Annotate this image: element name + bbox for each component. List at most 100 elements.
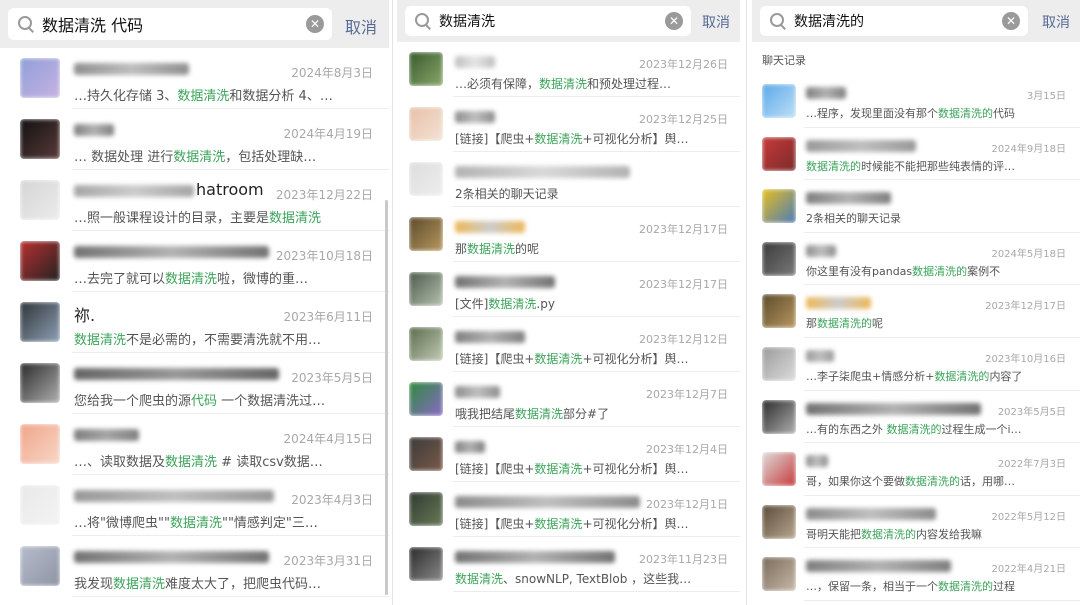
keyword-highlight: 数据清洗	[269, 211, 322, 226]
cancel-button[interactable]: 取消	[1042, 12, 1070, 32]
message-snippet: 您给我一个爬虫的源代码 一个数据清洗过…	[74, 390, 375, 409]
list-item[interactable]: 2023年5月5日 …有的东西之外 数据清洗的过程生成一个i…	[752, 391, 1080, 444]
list-item[interactable]: 2024年4月19日 … 数据处理 进行数据清洗，包括处理缺…	[0, 109, 389, 170]
snippet-text: 内容发给我嘛	[916, 527, 982, 541]
avatar	[762, 399, 796, 434]
keyword-highlight: 数据清洗	[455, 572, 504, 586]
list-item[interactable]: 2023年12月7日 哦我把结尾数据清洗部分#了	[397, 372, 740, 427]
list-item[interactable]: 2024年8月3日 …持久化存储 3、数据清洗和数据分析 4、…	[0, 48, 389, 109]
blurred-contact-name	[806, 560, 951, 573]
message-snippet: 那数据清洗的呢	[806, 315, 1066, 331]
snippet-text: 你这里有没有pandas	[806, 264, 913, 278]
list-item[interactable]: 2024年4月15日 …、读取数据及数据清洗 # 读取csv数据…	[0, 414, 389, 475]
avatar	[409, 52, 443, 86]
message-snippet: 你这里有没有pandas数据清洗的案例不	[806, 263, 1066, 279]
avatar	[20, 241, 60, 281]
snippet-text: 哥明天能把	[806, 527, 861, 541]
keyword-highlight: 数据清洗的	[817, 317, 872, 331]
list-item[interactable]: 2023年10月18日 …去完了就可以数据清洗啦，微博的重…	[0, 231, 389, 292]
avatar	[20, 180, 60, 220]
message-snippet: 数据清洗的时候能不能把那些纯表情的评…	[806, 158, 1066, 174]
search-results-screenshots: 数据清洗 代码 ✕ 取消 2024年8月3日 …持久化存储 3、数据清洗和数据分析…	[0, 0, 1080, 605]
message-snippet: … 数据处理 进行数据清洗，包括处理缺…	[74, 146, 375, 165]
section-title: 聊天记录	[762, 54, 806, 67]
search-input[interactable]: 数据清洗的	[794, 11, 1002, 31]
cancel-button[interactable]: 取消	[345, 14, 377, 38]
avatar	[409, 382, 443, 416]
snippet-text: …去完了就可以	[74, 272, 166, 287]
clear-icon[interactable]: ✕	[665, 12, 683, 30]
list-item[interactable]: 2023年3月31日 我发现数据清洗难度太大了，把爬虫代码…	[0, 536, 389, 597]
search-box[interactable]: 数据清洗 ✕	[405, 6, 691, 36]
list-item[interactable]: 2024年5月18日 你这里有没有pandas数据清洗的案例不	[752, 233, 1080, 286]
list-item[interactable]: 2023年12月17日 那数据清洗的呢	[752, 285, 1080, 338]
list-item[interactable]: 2023年12月17日 [文件]数据清洗.py	[397, 262, 740, 317]
message-date: 2024年9月18日	[991, 143, 1066, 155]
list-item[interactable]: 2023年10月16日 …李子柒爬虫+情感分析+数据清洗的内容了	[752, 338, 1080, 391]
snippet-text: 过程	[993, 580, 1015, 594]
blurred-contact-name	[74, 490, 274, 502]
search-box[interactable]: 数据清洗的 ✕	[760, 6, 1028, 36]
list-item[interactable]: 祢. 2023年6月11日 数据清洗不是必需的，不需要清洗就不用…	[0, 292, 389, 353]
avatar	[20, 485, 60, 525]
search-panel-1: 数据清洗 代码 ✕ 取消 2024年8月3日 …持久化存储 3、数据清洗和数据分析…	[0, 0, 389, 605]
message-date: 2023年11月23日	[639, 553, 728, 566]
snippet-text: ，包括处理缺…	[225, 150, 317, 165]
scrollbar-thumb[interactable]	[385, 200, 388, 595]
cancel-button[interactable]: 取消	[702, 12, 730, 32]
blurred-contact-name	[74, 185, 194, 197]
snippet-text: [链接]【爬虫+	[455, 352, 535, 366]
avatar	[409, 547, 443, 581]
message-date: 2024年8月3日	[291, 66, 373, 80]
list-item[interactable]: 2024年9月18日数据清洗的时候能不能把那些纯表情的评…	[752, 128, 1080, 181]
snippet-text: 啦，微博的重…	[217, 272, 309, 287]
avatar	[762, 452, 796, 487]
avatar	[762, 346, 796, 381]
search-icon	[18, 16, 34, 32]
avatar	[20, 58, 60, 98]
snippet-text: 和预处理过程…	[587, 77, 672, 91]
message-snippet: [链接]【爬虫+数据清洗+可视化分析】舆…	[455, 460, 726, 477]
list-item[interactable]: 2022年5月12日 哥明天能把数据清洗的内容发给我嘛	[752, 496, 1080, 549]
snippet-text: 那	[806, 317, 817, 331]
message-date: 2023年5月5日	[291, 371, 373, 385]
list-item[interactable]: 2023年4月3日 …将"微博爬虫""数据清洗""情感判定"三…	[0, 475, 389, 536]
list-item[interactable]: 2023年12月1日 [链接]【爬虫+数据清洗+可视化分析】舆…	[397, 482, 740, 537]
list-item[interactable]: 2023年11月23日 数据清洗、snowNLP, TextBlob ，这些我…	[397, 537, 740, 592]
search-box[interactable]: 数据清洗 代码 ✕	[8, 8, 332, 40]
list-item[interactable]: hatroom 2023年12月22日 …照一般课程设计的目录，主要是数据清洗	[0, 170, 389, 231]
blurred-contact-name	[806, 87, 846, 99]
list-item[interactable]: 2023年12月12日 [链接]【爬虫+数据清洗+可视化分析】舆…	[397, 317, 740, 372]
message-snippet: …有的东西之外 数据清洗的过程生成一个i…	[806, 421, 1066, 437]
list-item[interactable]: 2条相关的聊天记录	[752, 180, 1080, 233]
message-date: 3月15日	[1026, 91, 1066, 102]
snippet-text: 过程生成一个i…	[941, 422, 1022, 436]
clear-icon[interactable]: ✕	[306, 15, 324, 33]
list-item[interactable]: 2023年12月26日 …必须有保障，数据清洗和预处理过程…	[397, 42, 740, 97]
keyword-highlight: 数据清洗的	[938, 107, 993, 120]
search-input[interactable]: 数据清洗	[439, 11, 665, 31]
keyword-highlight: 数据清洗	[534, 462, 583, 476]
list-item[interactable]: 2022年7月3日 哥，如果你这个要做数据清洗的话，用哪…	[752, 443, 1080, 496]
keyword-highlight: 数据清洗	[539, 77, 588, 91]
message-date: 2023年12月26日	[639, 58, 728, 71]
message-snippet: 数据清洗不是必需的，不需要清洗就不用…	[74, 329, 375, 348]
list-item[interactable]: 2条相关的聊天记录	[397, 152, 740, 207]
clear-icon[interactable]: ✕	[1002, 12, 1020, 30]
search-input[interactable]: 数据清洗 代码	[42, 12, 306, 36]
snippet-text: …李子柒爬虫+情感分析+	[806, 369, 935, 383]
avatar	[762, 504, 796, 539]
blurred-contact-name	[806, 297, 871, 310]
search-icon	[415, 13, 431, 29]
blurred-contact-name	[455, 56, 495, 68]
list-item[interactable]: 2023年12月4日 [链接]【爬虫+数据清洗+可视化分析】舆…	[397, 427, 740, 482]
list-item[interactable]: 2023年12月25日 [链接]【爬虫+数据清洗+可视化分析】舆…	[397, 97, 740, 152]
list-item[interactable]: 2023年5月5日您给我一个爬虫的源代码 一个数据清洗过…	[0, 353, 389, 414]
keyword-highlight: 数据清洗	[165, 272, 218, 287]
list-item[interactable]: 3月15日 …程序，发现里面没有那个数据清洗的代码	[752, 75, 1080, 128]
snippet-text: …有的东西之外	[806, 422, 887, 436]
avatar	[762, 241, 796, 276]
list-item[interactable]: 2023年12月17日 那数据清洗的呢	[397, 207, 740, 262]
snippet-text: 您给我一个爬虫的源	[74, 394, 192, 409]
list-item[interactable]: 2022年4月21日 …，保留一条，相当于一个数据清洗的过程	[752, 548, 1080, 601]
